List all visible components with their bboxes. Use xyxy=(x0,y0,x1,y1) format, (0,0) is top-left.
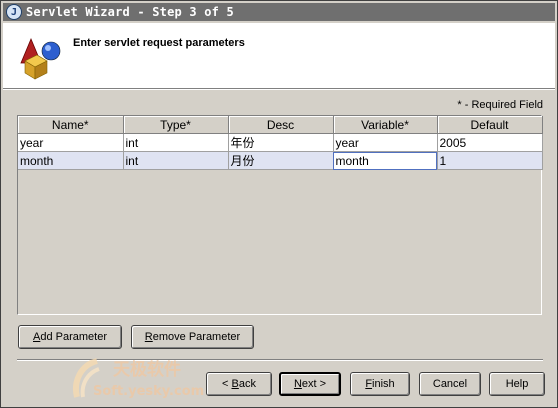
column-header-desc[interactable]: Desc xyxy=(228,116,334,134)
wizard-dialog: J Servlet Wizard - Step 3 of 5 Enter ser… xyxy=(0,0,558,408)
cell-name[interactable]: month xyxy=(18,151,124,170)
cell-type[interactable]: int xyxy=(123,151,229,170)
remove-parameter-button[interactable]: Remove Parameter xyxy=(131,325,254,349)
app-icon[interactable]: J xyxy=(6,4,22,20)
add-parameter-button[interactable]: Add Parameter xyxy=(18,325,122,349)
cell-name[interactable]: year xyxy=(18,133,124,152)
back-button[interactable]: < Back xyxy=(206,372,272,396)
back-mnemonic: B xyxy=(231,378,239,390)
table-header-row: Name* Type* Desc Variable* Default xyxy=(18,116,543,134)
watermark-line2: Soft.yesky.com xyxy=(93,384,204,399)
add-parameter-label: dd Parameter xyxy=(40,331,107,343)
cell-default[interactable]: 2005 xyxy=(437,133,543,152)
app-icon-letter: J xyxy=(10,6,18,18)
add-parameter-mnemonic: A xyxy=(33,331,41,343)
back-prefix: < xyxy=(222,378,232,390)
finish-button[interactable]: Finish xyxy=(350,372,410,396)
required-field-note: * - Required Field xyxy=(457,99,543,111)
finish-label: inish xyxy=(372,378,395,390)
cell-default[interactable]: 1 xyxy=(437,151,543,170)
title-bar[interactable]: J Servlet Wizard - Step 3 of 5 xyxy=(3,3,555,21)
wizard-header: Enter servlet request parameters xyxy=(3,23,555,88)
wizard-shapes-icon xyxy=(20,37,61,80)
cell-desc[interactable]: 月份 xyxy=(228,151,334,170)
cancel-button[interactable]: Cancel xyxy=(419,372,481,396)
cell-variable[interactable]: year xyxy=(333,133,438,152)
column-header-variable[interactable]: Variable* xyxy=(333,116,438,134)
column-header-name[interactable]: Name* xyxy=(18,116,124,134)
column-header-default[interactable]: Default xyxy=(437,116,543,134)
back-label: ack xyxy=(238,378,256,390)
next-button[interactable]: Next > xyxy=(279,372,341,396)
help-label: Help xyxy=(505,378,529,390)
watermark-line1: 天极软件 xyxy=(113,359,181,380)
footer-divider-highlight xyxy=(17,360,543,361)
remove-parameter-mnemonic: R xyxy=(144,331,153,343)
cancel-label: Cancel xyxy=(432,378,468,390)
remove-parameter-label: emove Parameter xyxy=(152,331,241,343)
parameters-table[interactable]: Name* Type* Desc Variable* Default year … xyxy=(17,115,543,315)
finish-mnemonic: F xyxy=(365,378,373,390)
next-label: ext > xyxy=(301,378,327,390)
window-title: Servlet Wizard - Step 3 of 5 xyxy=(26,5,234,19)
column-header-type[interactable]: Type* xyxy=(123,116,229,134)
help-button[interactable]: Help xyxy=(489,372,545,396)
cell-variable-editor[interactable]: month xyxy=(333,151,438,170)
page-title: Enter servlet request parameters xyxy=(73,37,245,49)
table-row[interactable]: year int 年份 year 2005 xyxy=(18,133,543,152)
cell-type[interactable]: int xyxy=(123,133,229,152)
table-row-selected[interactable]: month int 月份 month 1 xyxy=(18,151,543,170)
next-mnemonic: N xyxy=(293,378,302,390)
cell-desc[interactable]: 年份 xyxy=(228,133,334,152)
header-divider-highlight xyxy=(3,89,555,90)
